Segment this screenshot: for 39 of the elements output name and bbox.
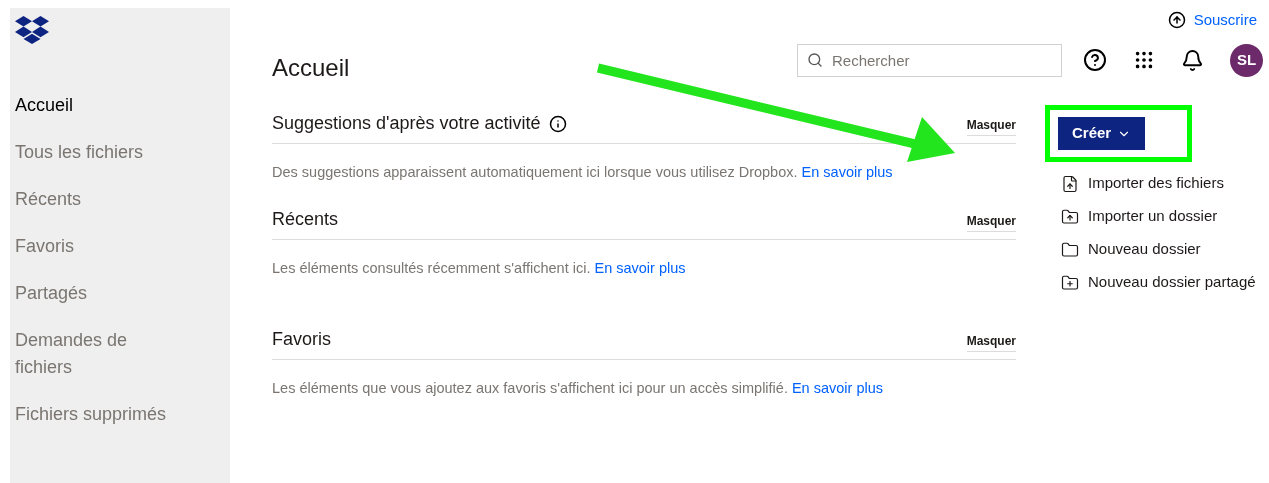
file-upload-icon (1061, 174, 1079, 193)
action-item[interactable]: Importer un dossier (1061, 200, 1256, 233)
upgrade-link[interactable]: Souscrire (1167, 9, 1257, 32)
bell-icon[interactable] (1181, 48, 1204, 72)
learn-more-link[interactable]: En savoir plus (801, 164, 893, 180)
avatar[interactable]: SL (1230, 43, 1263, 77)
action-item[interactable]: Importer des fichiers (1061, 167, 1256, 200)
hide-button[interactable]: Masquer (966, 116, 1016, 136)
sidebar-item[interactable]: Demandes de fichiers (15, 327, 170, 381)
sidebar-item[interactable]: Partagés (15, 280, 170, 307)
learn-more-link[interactable]: En savoir plus (594, 259, 686, 276)
search-icon (807, 51, 823, 68)
section-description: Les éléments que vous ajoutez aux favoris s'affichent ici pour un accès simplifié. En savoir plus (272, 378, 885, 398)
sidebar-item[interactable]: Accueil (15, 92, 170, 119)
section-description: Des suggestions apparaissent automatiquement ici lorsque vous utilisez Dropbox. En savoir plus (272, 163, 894, 182)
sidebar-item[interactable]: Favoris (15, 233, 170, 260)
section-title: Récents (272, 207, 339, 231)
search-field[interactable]: Rechercher (797, 43, 1062, 77)
learn-more-link[interactable]: En savoir plus (791, 379, 884, 396)
sidebar-item[interactable]: Tous les fichiers (15, 139, 170, 166)
action-item[interactable]: Nouveau dossier (1061, 233, 1256, 266)
upload-circle-icon (1167, 11, 1186, 30)
help-icon[interactable] (1083, 48, 1107, 72)
folder-icon (1061, 240, 1079, 259)
action-item[interactable]: Nouveau dossier partagé (1061, 266, 1256, 299)
sidebar-item[interactable]: Récents (15, 186, 170, 213)
create-button[interactable]: Créer (1058, 117, 1146, 150)
hide-button[interactable]: Masquer (966, 211, 1016, 232)
folder-upload-icon (1061, 207, 1079, 226)
hide-button[interactable]: Masquer (966, 331, 1016, 352)
section-title: Favoris (272, 327, 331, 351)
info-icon[interactable] (548, 114, 567, 133)
folder-plus-icon (1061, 273, 1079, 292)
section-title: Suggestions d'après votre activité (272, 112, 541, 135)
page-title: Accueil (272, 53, 350, 83)
apps-grid-icon[interactable] (1133, 49, 1155, 71)
logo-icon (15, 16, 49, 44)
sidebar-item[interactable]: Fichiers supprimés (15, 401, 170, 428)
section-description: Les éléments consultés récemment s'affichent ici. En savoir plus (272, 258, 687, 278)
